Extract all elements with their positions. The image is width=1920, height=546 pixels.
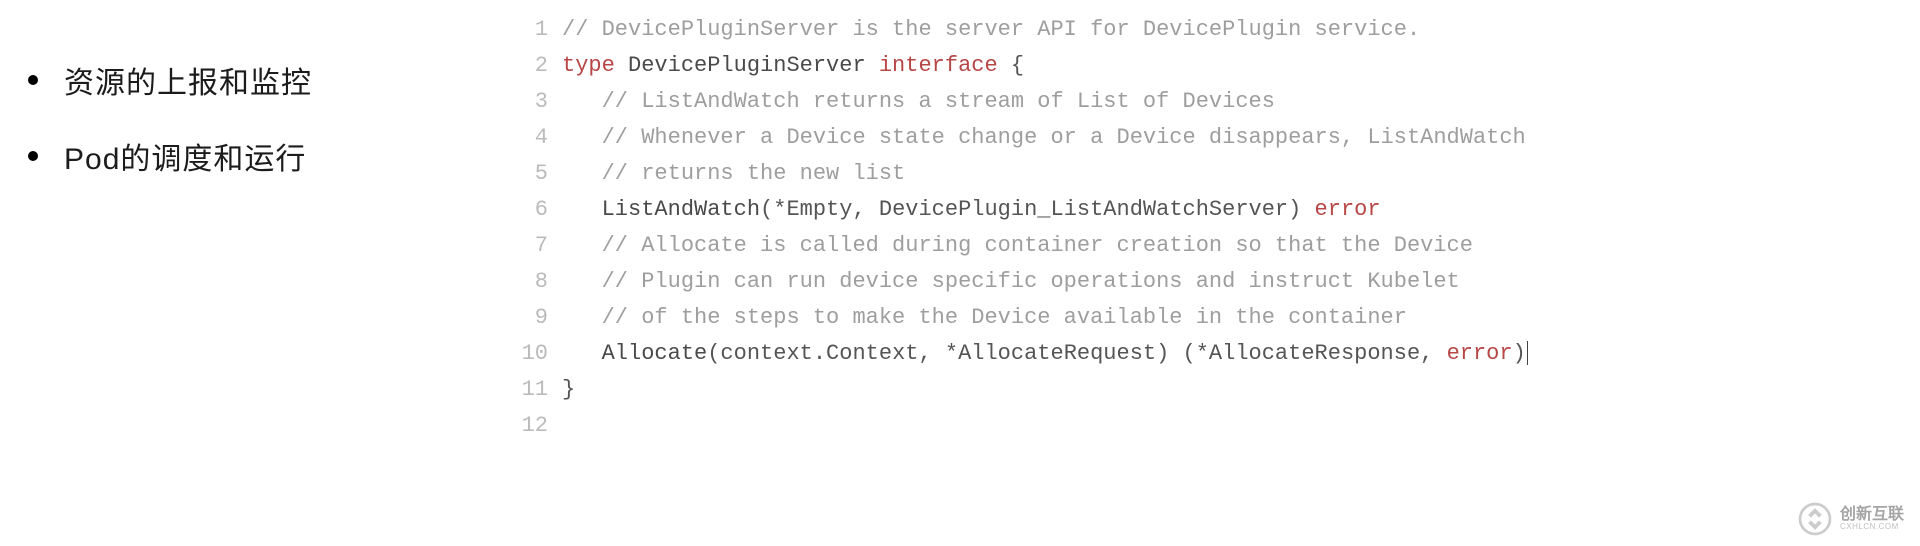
- line-number: 1: [510, 12, 548, 48]
- code-content: Allocate(context.Context, *AllocateReque…: [562, 336, 1528, 372]
- brand-name-en: CXHLCN.COM: [1840, 523, 1904, 532]
- code-line: 9 // of the steps to make the Device ava…: [510, 300, 1920, 336]
- code-content: // ListAndWatch returns a stream of List…: [562, 84, 1275, 120]
- line-number: 7: [510, 228, 548, 264]
- code-line: 7 // Allocate is called during container…: [510, 228, 1920, 264]
- line-number: 11: [510, 372, 548, 408]
- text-cursor-icon: [1527, 341, 1528, 365]
- code-content: // DevicePluginServer is the server API …: [562, 12, 1420, 48]
- line-number: 8: [510, 264, 548, 300]
- line-number: 3: [510, 84, 548, 120]
- code-content: // Whenever a Device state change or a D…: [562, 120, 1526, 156]
- bullet-text: Pod的调度和运行: [64, 134, 306, 178]
- code-line: 11}: [510, 372, 1920, 408]
- line-number: 2: [510, 48, 548, 84]
- brand-name-cn: 创新互联: [1840, 506, 1904, 524]
- code-content: // Allocate is called during container c…: [562, 228, 1473, 264]
- code-content: // Plugin can run device specific operat…: [562, 264, 1460, 300]
- line-number: 6: [510, 192, 548, 228]
- code-line: 1 // DevicePluginServer is the server API…: [510, 12, 1920, 48]
- code-content: }: [562, 372, 575, 408]
- watermark: 创新互联 CXHLCN.COM: [1798, 502, 1904, 536]
- code-content: // of the steps to make the Device avail…: [562, 300, 1407, 336]
- left-pane: 资源的上报和监控 Pod的调度和运行: [0, 0, 510, 546]
- bullet-dot-icon: [28, 151, 38, 161]
- bullet-item: Pod的调度和运行: [28, 134, 510, 178]
- code-content: // returns the new list: [562, 156, 905, 192]
- code-line: 5 // returns the new list: [510, 156, 1920, 192]
- bullet-dot-icon: [28, 75, 38, 85]
- watermark-text: 创新互联 CXHLCN.COM: [1840, 506, 1904, 532]
- code-content: type DevicePluginServer interface {: [562, 48, 1024, 84]
- line-number: 4: [510, 120, 548, 156]
- code-line: 12: [510, 408, 1920, 444]
- brand-logo-icon: [1798, 502, 1832, 536]
- code-line: 2 type DevicePluginServer interface {: [510, 48, 1920, 84]
- bullet-text: 资源的上报和监控: [64, 58, 312, 102]
- bullet-item: 资源的上报和监控: [28, 58, 510, 102]
- code-line: 8 // Plugin can run device specific oper…: [510, 264, 1920, 300]
- code-line: 10 Allocate(context.Context, *AllocateRe…: [510, 336, 1920, 372]
- code-line: 4 // Whenever a Device state change or a…: [510, 120, 1920, 156]
- bullet-list: 资源的上报和监控 Pod的调度和运行: [28, 58, 510, 178]
- line-number: 10: [510, 336, 548, 372]
- code-line: 6 ListAndWatch(*Empty, DevicePlugin_List…: [510, 192, 1920, 228]
- line-number: 5: [510, 156, 548, 192]
- line-number: 9: [510, 300, 548, 336]
- code-pane: 1 // DevicePluginServer is the server API…: [510, 0, 1920, 546]
- line-number: 12: [510, 408, 548, 444]
- code-content: ListAndWatch(*Empty, DevicePlugin_ListAn…: [562, 192, 1381, 228]
- code-line: 3 // ListAndWatch returns a stream of Li…: [510, 84, 1920, 120]
